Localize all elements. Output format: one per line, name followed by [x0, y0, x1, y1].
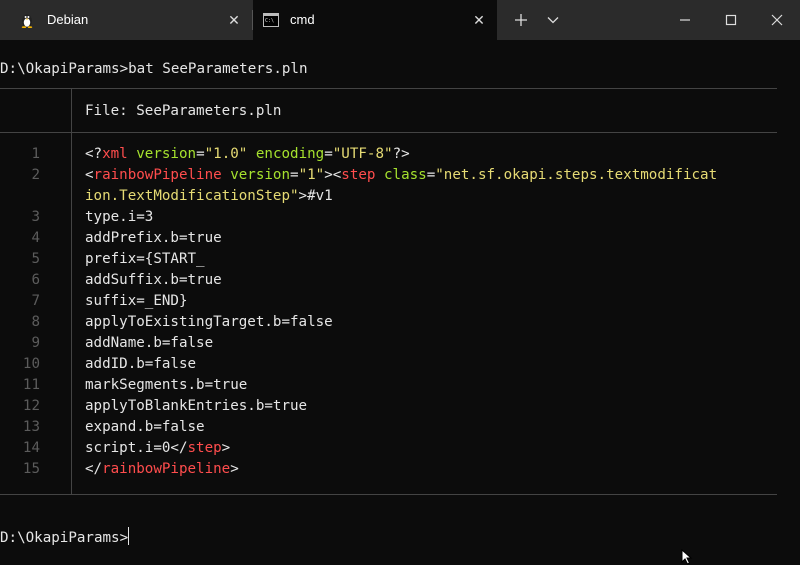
token: rainbowPipeline [102, 461, 231, 477]
tab-bar: Debian ✕ C:\ cmd ✕ [0, 0, 800, 41]
token: >#v1 [298, 188, 333, 204]
terminal-output[interactable]: D:\OkapiParams>bat SeeParameters.pln Fil… [0, 41, 800, 563]
token: = [324, 146, 333, 162]
svg-text:C:\: C:\ [265, 18, 274, 24]
cmd-console-icon: C:\ [263, 12, 279, 28]
token: xml [102, 146, 128, 162]
line-number: 11 [22, 377, 40, 393]
line-number: 3 [31, 209, 40, 225]
tab-debian[interactable]: Debian ✕ [0, 0, 252, 40]
line-number: 6 [31, 272, 40, 288]
close-window-button[interactable] [754, 0, 800, 40]
linux-penguin-icon [19, 12, 35, 29]
maximize-button[interactable] [708, 0, 754, 40]
chevron-down-icon [547, 17, 559, 24]
file-header: File: SeeParameters.pln [85, 103, 282, 119]
token: ion.TextModificationStep" [85, 188, 299, 204]
code-line-12: applyToBlankEntries.b=true [85, 398, 308, 414]
token: step [187, 440, 222, 456]
token: > [324, 167, 333, 183]
line-number: 7 [31, 293, 40, 309]
minimize-button[interactable] [662, 0, 708, 40]
code-line-11: markSegments.b=true [85, 377, 248, 393]
token: > [230, 461, 239, 477]
token: "1" [298, 167, 325, 183]
gutter-divider-header [71, 88, 72, 132]
code-line-14: script.i=0</step> [85, 438, 230, 459]
divider-top [0, 88, 777, 89]
line-number: 8 [31, 314, 40, 330]
prompt: D:\OkapiParams> [0, 530, 129, 546]
code-line-3: type.i=3 [85, 209, 154, 225]
line-number: 2 [31, 167, 40, 183]
tab-label: Debian [47, 12, 89, 27]
token: < [332, 167, 342, 183]
command-line: D:\OkapiParams>bat SeeParameters.pln [0, 61, 308, 77]
text-cursor [128, 527, 130, 545]
tab-dropdown-button[interactable] [538, 0, 568, 40]
code-line-2: <rainbowPipeline version="1"><step class… [85, 165, 717, 186]
token: </ [85, 461, 103, 477]
token: = [196, 146, 205, 162]
gutter-divider [71, 132, 72, 494]
token: "net.sf.okapi.steps.textmodificat [435, 167, 718, 183]
line-number: 12 [22, 398, 40, 414]
token: step [341, 167, 376, 183]
line-number: 14 [22, 440, 40, 456]
line-number: 1 [31, 146, 40, 162]
token: script.i=0</ [85, 440, 188, 456]
line-number: 13 [22, 419, 40, 435]
tab-cmd[interactable]: C:\ cmd ✕ [253, 0, 497, 41]
close-tab-icon[interactable]: ✕ [225, 11, 243, 29]
code-line-7: suffix=_END} [85, 293, 188, 309]
token: = [290, 167, 299, 183]
new-tab-button[interactable] [507, 0, 535, 40]
close-icon [771, 14, 783, 26]
token: rainbowPipeline [93, 167, 222, 183]
code-line-8: applyToExistingTarget.b=false [85, 314, 333, 330]
maximize-icon [725, 14, 737, 26]
divider-middle [0, 132, 777, 133]
prompt-line[interactable]: D:\OkapiParams> [0, 527, 130, 549]
token: class [384, 167, 427, 183]
token: <? [85, 146, 103, 162]
token: ?> [392, 146, 410, 162]
plus-icon [515, 14, 527, 26]
code-line-5: prefix={START_ [85, 251, 205, 267]
token: encoding [255, 146, 325, 162]
code-line-4: addPrefix.b=true [85, 230, 222, 246]
minimize-icon [680, 19, 690, 21]
code-line-9: addName.b=false [85, 335, 214, 351]
line-number: 4 [31, 230, 40, 246]
token: < [85, 167, 94, 183]
close-tab-icon[interactable]: ✕ [470, 11, 488, 29]
code-line-1: <?xml version="1.0" encoding="UTF-8"?> [85, 144, 410, 165]
token: version [230, 167, 291, 183]
code-line-2-wrap: ion.TextModificationStep">#v1 [85, 186, 333, 207]
code-line-10: addID.b=false [85, 356, 197, 372]
line-number: 5 [31, 251, 40, 267]
token: version [136, 146, 197, 162]
divider-bottom [0, 494, 777, 495]
code-line-13: expand.b=false [85, 419, 205, 435]
line-number: 10 [22, 356, 40, 372]
token: "UTF-8" [332, 146, 393, 162]
token: > [221, 440, 231, 456]
token: = [426, 167, 436, 183]
code-line-6: addSuffix.b=true [85, 272, 222, 288]
token: "1.0" [204, 146, 248, 162]
line-number: 15 [22, 461, 40, 477]
tab-label: cmd [290, 12, 315, 27]
line-number: 9 [31, 335, 40, 351]
code-line-15: </rainbowPipeline> [85, 459, 239, 480]
